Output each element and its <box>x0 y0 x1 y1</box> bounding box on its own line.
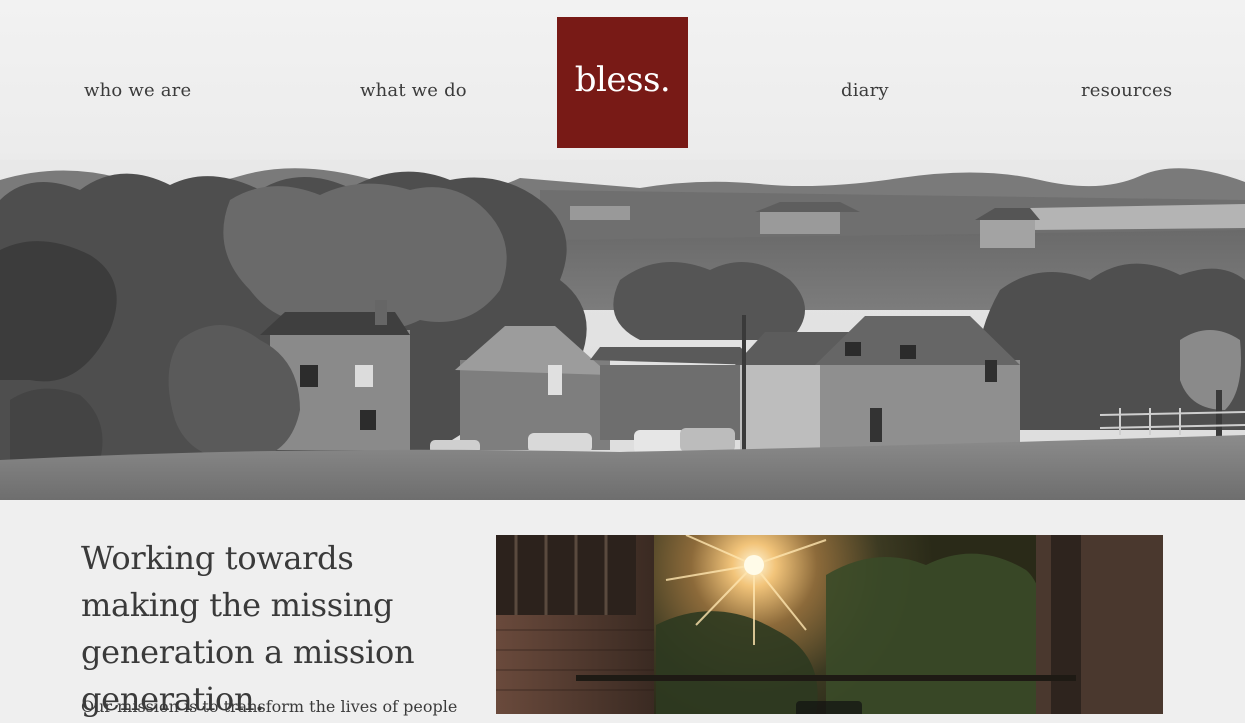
nav-diary[interactable]: diary <box>841 80 889 101</box>
nav-who-we-are[interactable]: who we are <box>84 80 191 101</box>
intro-text: Our mission is to transform the lives of… <box>81 697 458 716</box>
video-player[interactable] <box>496 535 1163 714</box>
nav-what-we-do[interactable]: what we do <box>360 80 467 101</box>
site-header: who we are what we do bless. diary resou… <box>0 0 1245 500</box>
video-thumbnail <box>496 535 1163 714</box>
nav-resources[interactable]: resources <box>1081 80 1172 101</box>
play-icon[interactable] <box>796 701 862 714</box>
intro-section: Working towards making the missing gener… <box>0 500 1245 718</box>
intro-headline: Working towards making the missing gener… <box>81 539 415 718</box>
hero-landscape-image <box>0 160 1245 500</box>
logo-bless[interactable]: bless. <box>557 17 688 148</box>
